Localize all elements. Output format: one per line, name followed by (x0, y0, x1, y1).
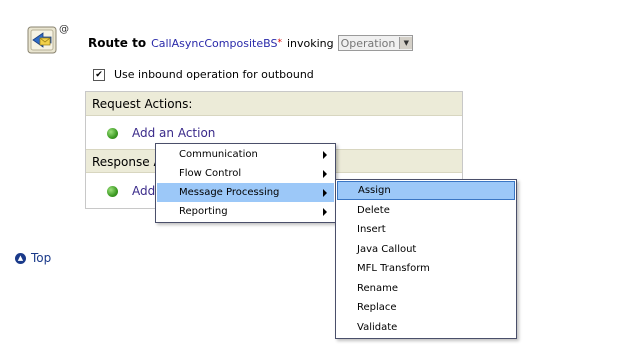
menu-item-label: Reporting (179, 206, 228, 217)
invoking-label: invoking (286, 36, 334, 50)
menu-item-reporting[interactable]: Reporting (157, 202, 334, 221)
menu-item-mfl-transform[interactable]: MFL Transform (337, 259, 515, 278)
submenu-arrow-icon (323, 151, 327, 159)
route-line: Route to CallAsyncCompositeBS * invoking… (88, 35, 414, 51)
menu-item-label: Message Processing (179, 187, 280, 198)
add-icon (107, 185, 118, 197)
arrow-up-icon: ▲ (15, 252, 26, 264)
route-annotation-marker: @ (59, 24, 69, 35)
menu-item-message-processing[interactable]: Message Processing (157, 183, 334, 202)
submenu-arrow-icon (323, 170, 327, 178)
menu-item-validate[interactable]: Validate (337, 318, 515, 337)
use-inbound-option: ✔ Use inbound operation for outbound (93, 68, 314, 81)
menu-item-rename[interactable]: Rename (337, 279, 515, 298)
menu-item-delete[interactable]: Delete (337, 201, 515, 220)
use-inbound-checkbox[interactable]: ✔ (93, 68, 105, 81)
request-actions-header: Request Actions: (86, 92, 462, 116)
add-request-action-link[interactable]: Add an Action (132, 126, 215, 140)
top-link-label[interactable]: Top (31, 251, 51, 265)
operation-select[interactable]: Operation ▼ (337, 35, 414, 51)
menu-item-label: Flow Control (179, 168, 242, 179)
add-response-action-link[interactable]: Add (132, 184, 155, 198)
submenu-arrow-icon (323, 208, 327, 216)
menu-item-replace[interactable]: Replace (337, 298, 515, 317)
route-icon (27, 26, 57, 54)
menu-item-communication[interactable]: Communication (157, 145, 334, 164)
required-marker: * (277, 38, 282, 48)
service-link[interactable]: CallAsyncCompositeBS (151, 37, 277, 50)
add-request-action[interactable]: Add an Action (107, 126, 215, 140)
menu-item-label: Communication (179, 149, 258, 160)
submenu-arrow-icon (323, 189, 327, 197)
add-icon (107, 127, 118, 139)
operation-select-value: Operation (340, 36, 396, 50)
menu-item-flow-control[interactable]: Flow Control (157, 164, 334, 183)
menu-item-assign[interactable]: Assign (337, 181, 515, 200)
route-label: Route to (88, 36, 147, 50)
use-inbound-label: Use inbound operation for outbound (114, 68, 314, 81)
menu-item-java-callout[interactable]: Java Callout (337, 240, 515, 259)
top-link[interactable]: ▲ Top (15, 251, 51, 265)
action-menu: Communication Flow Control Message Proce… (155, 143, 336, 223)
chevron-down-icon[interactable]: ▼ (399, 37, 413, 49)
add-response-action[interactable]: Add (107, 184, 155, 198)
message-processing-submenu: Assign Delete Insert Java Callout MFL Tr… (335, 179, 517, 339)
menu-item-insert[interactable]: Insert (337, 220, 515, 239)
